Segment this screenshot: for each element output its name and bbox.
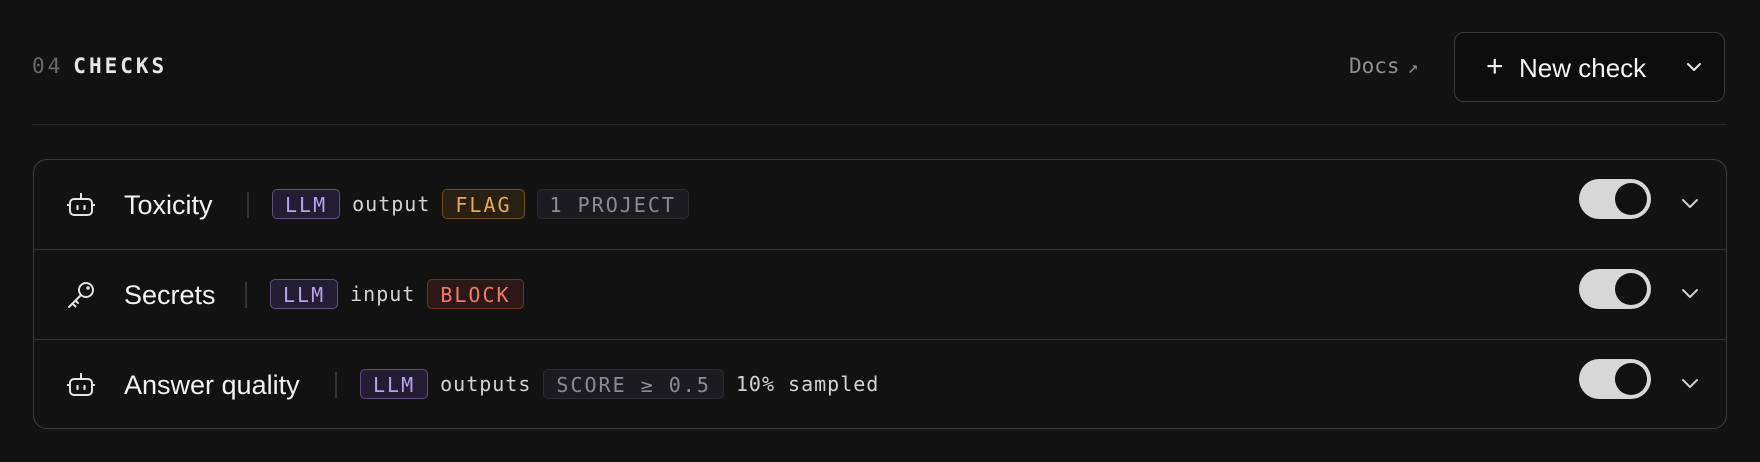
plus-icon: + (1486, 50, 1504, 83)
chevron-down-icon (1685, 58, 1703, 76)
toggle-knob (1615, 363, 1647, 395)
toggle-knob (1615, 183, 1647, 215)
check-target: output (352, 192, 431, 216)
check-row-answer-quality[interactable]: Answer quality LLM outputs SCORE ≥ 0.5 1… (34, 340, 1726, 428)
check-name: Toxicity (124, 190, 213, 220)
docs-link[interactable]: Docs ↗ (1349, 52, 1418, 80)
model-badge: LLM (360, 369, 429, 399)
sampling-rate: 10% sampled (735, 372, 880, 396)
docs-label: Docs (1349, 54, 1400, 78)
enable-toggle[interactable] (1579, 269, 1651, 309)
check-row-toxicity[interactable]: Toxicity LLM output FLAG 1 PROJECT (34, 160, 1726, 250)
robot-icon (65, 369, 97, 401)
name-separator (245, 282, 247, 308)
check-target: input (350, 282, 416, 306)
check-name: Secrets (124, 280, 216, 310)
toggle-knob (1615, 273, 1647, 305)
expand-chevron-icon[interactable] (1679, 282, 1701, 304)
checks-title: CHECKS (73, 54, 168, 78)
check-meta: LLM outputs SCORE ≥ 0.5 10% sampled (360, 368, 879, 400)
check-row-secrets[interactable]: Secrets LLM input BLOCK (34, 250, 1726, 340)
check-meta: LLM output FLAG 1 PROJECT (272, 188, 689, 220)
header-divider (32, 124, 1727, 125)
checks-count-heading: 04 CHECKS (32, 52, 167, 80)
checks-count: 04 (32, 54, 64, 78)
expand-chevron-icon[interactable] (1679, 372, 1701, 394)
new-check-label: New check (1519, 53, 1647, 83)
name-separator (247, 192, 249, 218)
checks-header: 04 CHECKS Docs ↗ + New check (32, 32, 1727, 104)
enable-toggle[interactable] (1579, 359, 1651, 399)
key-icon (65, 279, 97, 311)
check-meta: LLM input BLOCK (270, 278, 524, 310)
name-separator (335, 372, 337, 398)
robot-icon (65, 189, 97, 221)
enable-toggle[interactable] (1579, 179, 1651, 219)
external-link-icon: ↗ (1407, 57, 1419, 78)
check-target: outputs (440, 372, 532, 396)
checks-list: Toxicity LLM output FLAG 1 PROJECT Secre… (33, 159, 1727, 429)
check-name: Answer quality (124, 370, 300, 400)
model-badge: LLM (272, 189, 341, 219)
action-badge: FLAG (442, 189, 525, 219)
new-check-button[interactable]: + New check (1454, 32, 1725, 102)
score-threshold-badge: SCORE ≥ 0.5 (543, 369, 724, 399)
scope-badge: 1 PROJECT (536, 189, 689, 219)
action-badge: BLOCK (427, 279, 524, 309)
expand-chevron-icon[interactable] (1679, 192, 1701, 214)
model-badge: LLM (270, 279, 339, 309)
